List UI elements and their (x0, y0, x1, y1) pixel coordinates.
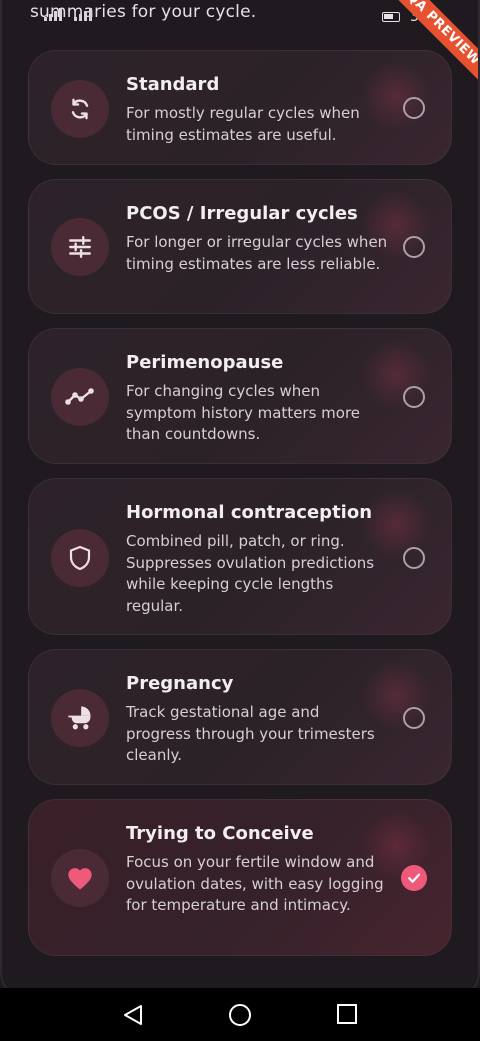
refresh-icon (51, 80, 109, 138)
option-title: Trying to Conceive (126, 823, 314, 844)
radio-button[interactable] (403, 386, 425, 408)
back-icon[interactable] (122, 1003, 144, 1031)
option-description: For changing cycles when symptom history… (126, 382, 361, 443)
battery-icon (382, 12, 400, 22)
option-description: Track gestational age and progress throu… (126, 703, 375, 764)
option-title: Standard (126, 74, 220, 95)
shield-icon (51, 529, 109, 587)
header-partial-text: summaries for your cycle. (30, 2, 257, 22)
trend-icon (51, 368, 109, 426)
radio-button[interactable] (403, 707, 425, 729)
option-description: Combined pill, patch, or ring. Suppresse… (126, 532, 375, 615)
radio-checked-icon[interactable] (401, 865, 427, 891)
signal-icon (44, 8, 62, 21)
option-description: Focus on your fertile window and ovulati… (126, 853, 384, 914)
option-card-pregnancy[interactable]: Pregnancy Track gestational age and prog… (28, 649, 452, 785)
option-title: PCOS / Irregular cycles (126, 203, 358, 224)
stroller-icon (51, 689, 109, 747)
signal-icon-2 (74, 8, 92, 21)
home-icon[interactable] (228, 1003, 252, 1031)
app-screen: summaries for your cycle. 3: QA PREVIEW … (0, 0, 480, 988)
option-description: For longer or irregular cycles when timi… (126, 233, 388, 273)
radio-button[interactable] (403, 547, 425, 569)
option-title: Pregnancy (126, 673, 234, 694)
radio-button[interactable] (403, 236, 425, 258)
option-card-pcos[interactable]: PCOS / Irregular cycles For longer or ir… (28, 179, 452, 314)
option-card-trying-to-conceive[interactable]: Trying to Conceive Focus on your fertile… (28, 799, 452, 956)
recents-icon[interactable] (336, 1003, 358, 1029)
option-description: For mostly regular cycles when timing es… (126, 104, 360, 144)
option-card-hormonal-contraception[interactable]: Hormonal contraception Combined pill, pa… (28, 478, 452, 635)
option-card-perimenopause[interactable]: Perimenopause For changing cycles when s… (28, 328, 452, 464)
tune-icon (51, 218, 109, 276)
option-title: Hormonal contraception (126, 502, 373, 523)
option-title: Perimenopause (126, 352, 284, 373)
system-nav-bar (0, 988, 480, 1041)
radio-button[interactable] (403, 97, 425, 119)
option-card-standard[interactable]: Standard For mostly regular cycles when … (28, 50, 452, 165)
heart-icon (51, 849, 109, 907)
